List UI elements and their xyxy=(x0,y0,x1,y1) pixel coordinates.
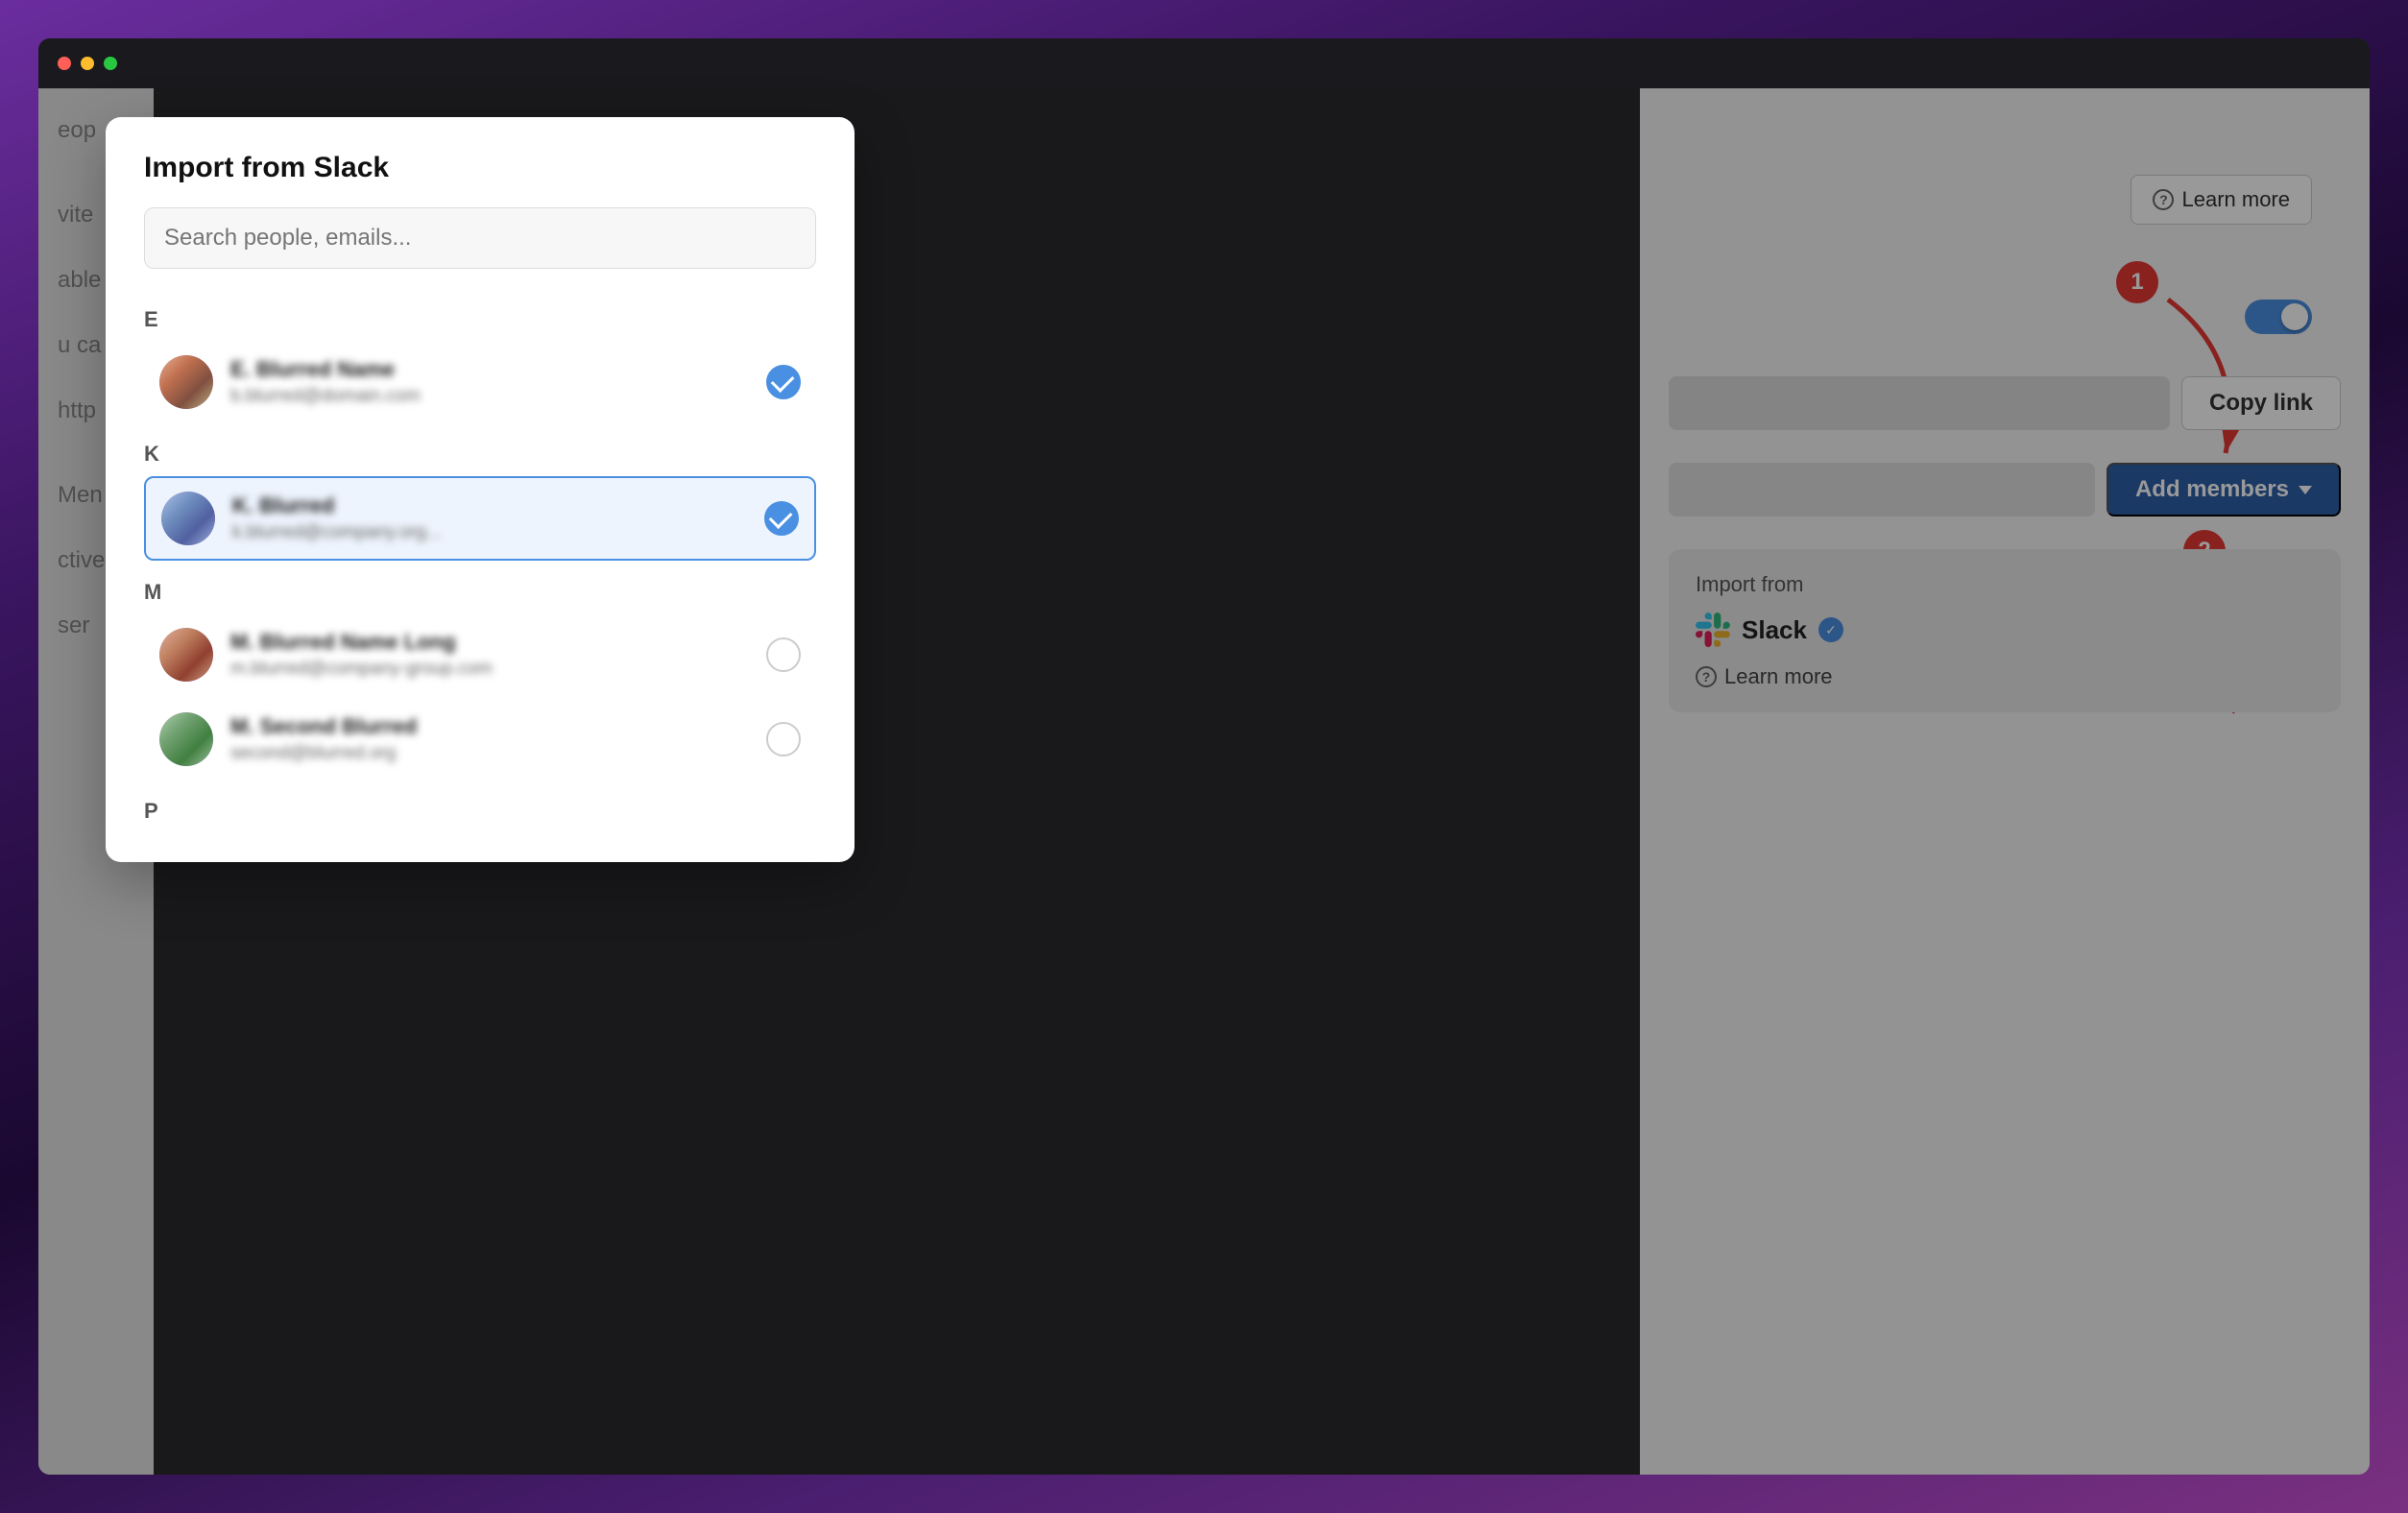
list-item[interactable]: K. Blurred k.blurred@company.org... xyxy=(144,476,816,561)
window-titlebar xyxy=(38,38,2370,88)
maximize-button[interactable] xyxy=(104,57,117,70)
avatar xyxy=(159,355,213,409)
person-info: E. Blurred Name b.blurred@domain.com xyxy=(230,357,766,407)
close-button[interactable] xyxy=(58,57,71,70)
person-email: b.blurred@domain.com xyxy=(230,386,766,407)
window-frame: eop vite able u ca http Men ctive ser ? … xyxy=(38,38,2370,1475)
avatar xyxy=(161,492,215,545)
list-item[interactable]: E. Blurred Name b.blurred@domain.com xyxy=(144,342,816,422)
person-info: M. Second Blurred second@blurred.org xyxy=(230,714,766,764)
person-name: M. Second Blurred xyxy=(230,714,766,739)
search-input[interactable] xyxy=(144,207,816,269)
person-email: second@blurred.org xyxy=(230,743,766,764)
select-checkbox[interactable] xyxy=(766,637,801,672)
person-info: K. Blurred k.blurred@company.org... xyxy=(232,493,764,543)
modal-header: Import from Slack xyxy=(106,117,855,292)
person-name: E. Blurred Name xyxy=(230,357,766,382)
select-checkbox[interactable] xyxy=(766,365,801,399)
minimize-button[interactable] xyxy=(81,57,94,70)
modal-overlay: Import from Slack E E. Blurred Name b.bl… xyxy=(38,88,2370,1475)
person-email: k.blurred@company.org... xyxy=(232,522,764,543)
section-label-e: E xyxy=(144,292,816,342)
avatar xyxy=(159,628,213,682)
modal-title: Import from Slack xyxy=(144,152,816,184)
import-slack-modal: Import from Slack E E. Blurred Name b.bl… xyxy=(106,117,855,862)
select-checkbox[interactable] xyxy=(766,722,801,756)
section-label-p: P xyxy=(144,783,816,833)
person-name: K. Blurred xyxy=(232,493,764,518)
avatar xyxy=(159,712,213,766)
list-item[interactable]: M. Second Blurred second@blurred.org xyxy=(144,699,816,780)
section-label-k: K xyxy=(144,426,816,476)
person-info: M. Blurred Name Long m.blurred@company-g… xyxy=(230,630,766,680)
list-item[interactable]: M. Blurred Name Long m.blurred@company-g… xyxy=(144,614,816,695)
person-name: M. Blurred Name Long xyxy=(230,630,766,655)
person-email: m.blurred@company-group.com xyxy=(230,659,766,680)
modal-body: E E. Blurred Name b.blurred@domain.com K xyxy=(106,292,855,862)
section-label-m: M xyxy=(144,564,816,614)
select-checkbox[interactable] xyxy=(764,501,799,536)
